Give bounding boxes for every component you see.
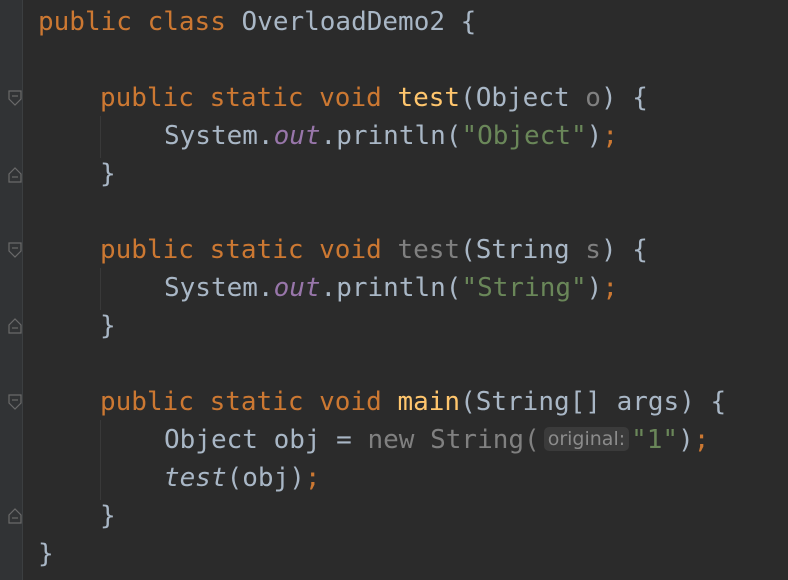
brace: }	[100, 501, 116, 531]
brace: }	[38, 539, 54, 569]
semicolon: ;	[602, 121, 618, 151]
indent-guide	[100, 116, 101, 158]
param-list: (String[] args)	[460, 387, 695, 417]
semicolon: ;	[602, 273, 618, 303]
semicolon: ;	[304, 463, 321, 493]
unused-param: o	[585, 83, 601, 113]
keyword: public	[100, 387, 194, 417]
brace: }	[100, 311, 116, 341]
keyword: static	[209, 83, 304, 113]
paren: (	[460, 235, 476, 265]
keyword: public	[38, 7, 132, 37]
param-type: Object	[475, 83, 570, 113]
variable-declaration: Object obj =	[164, 425, 368, 455]
code-line-class-close-brace[interactable]: }	[38, 535, 54, 573]
method-name: test	[397, 83, 461, 113]
code-line-method-test-object[interactable]: public static void test(Object o) {	[100, 79, 648, 117]
unused-param: s	[585, 235, 601, 265]
paren: )	[678, 425, 694, 455]
keyword: public	[100, 83, 194, 113]
keyword: public	[100, 235, 194, 265]
fold-end-icon[interactable]	[8, 167, 22, 183]
paren: )	[586, 273, 603, 303]
code-line-println-string[interactable]: System.out.println("String");	[164, 269, 618, 307]
keyword: void	[319, 235, 382, 265]
unused-method-name: test	[397, 235, 461, 265]
static-field: out	[273, 273, 321, 303]
static-method-call: test	[164, 463, 227, 493]
brace: {	[710, 387, 727, 417]
indent-guide	[100, 268, 101, 310]
keyword: class	[147, 7, 226, 37]
editor-gutter	[0, 0, 22, 580]
dot: .	[257, 273, 274, 303]
method-call: .println(	[320, 273, 462, 303]
code-editor[interactable]: public class OverloadDemo2 { public stat…	[38, 0, 788, 580]
code-line-method-test-string[interactable]: public static void test(String s) {	[100, 231, 648, 269]
code-line-object-declaration[interactable]: Object obj = new String(original: "1");	[164, 421, 709, 459]
redundant-new-keyword: new	[367, 425, 415, 455]
system-class: System	[164, 273, 258, 303]
code-line-println-object[interactable]: System.out.println("Object");	[164, 117, 618, 155]
dot: .	[257, 121, 274, 151]
static-field: out	[273, 121, 321, 151]
keyword: static	[209, 235, 304, 265]
code-line-close-brace[interactable]: }	[100, 497, 116, 535]
brace: {	[460, 7, 477, 37]
class-name: OverloadDemo2	[241, 7, 446, 37]
parameter-name-hint: original:	[543, 427, 630, 451]
brace: }	[100, 159, 116, 189]
fold-end-icon[interactable]	[8, 508, 22, 524]
fold-collapse-icon[interactable]	[8, 90, 22, 106]
keyword: void	[319, 387, 382, 417]
gutter-separator	[22, 0, 23, 580]
call-args: (obj)	[226, 463, 305, 493]
code-line-method-main[interactable]: public static void main(String[] args) {	[100, 383, 726, 421]
method-call: .println(	[320, 121, 462, 151]
redundant-constructor: String(	[430, 425, 540, 455]
method-name: main	[397, 387, 461, 417]
string-literal: "Object"	[461, 121, 587, 151]
paren: (	[460, 83, 476, 113]
fold-collapse-icon[interactable]	[8, 394, 22, 410]
semicolon: ;	[693, 425, 710, 455]
param-type: String	[475, 235, 570, 265]
brace: {	[632, 235, 648, 265]
code-line-close-brace[interactable]: }	[100, 307, 116, 345]
brace: {	[632, 83, 648, 113]
fold-end-icon[interactable]	[8, 318, 22, 334]
string-literal: "String"	[461, 273, 587, 303]
code-line-class-declaration[interactable]: public class OverloadDemo2 {	[38, 3, 476, 41]
code-line-test-call[interactable]: test(obj);	[164, 459, 321, 497]
paren: )	[600, 235, 617, 265]
string-literal: "1"	[631, 425, 679, 455]
paren: )	[600, 83, 617, 113]
paren: )	[586, 121, 603, 151]
code-line-close-brace[interactable]: }	[100, 155, 116, 193]
system-class: System	[164, 121, 258, 151]
fold-collapse-icon[interactable]	[8, 242, 22, 258]
keyword: static	[209, 387, 304, 417]
keyword: void	[319, 83, 382, 113]
indent-guide	[100, 420, 101, 500]
